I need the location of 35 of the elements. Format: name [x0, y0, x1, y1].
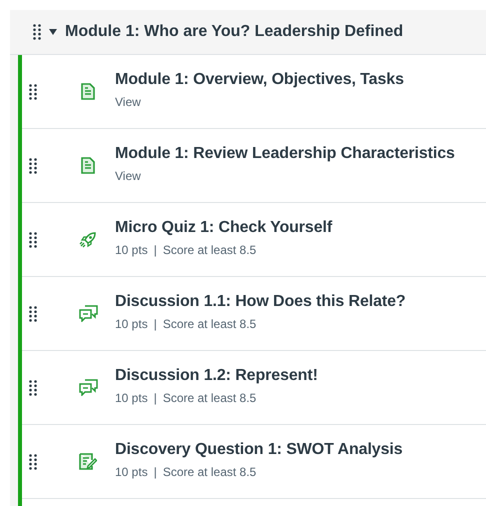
requirement-text: Score at least 8.5	[162, 390, 256, 404]
item-title-link[interactable]: Micro Quiz 1: Check Yourself	[115, 218, 332, 236]
module-title: Module 1: Who are You? Leadership Defined	[65, 23, 404, 41]
item-action-text: View	[115, 168, 141, 182]
item-title-link[interactable]: Discovery Question 1: SWOT Analysis	[115, 440, 403, 458]
item-action-text: View	[115, 94, 141, 108]
separator-text: |	[154, 464, 157, 478]
chat-bubbles-icon	[78, 379, 98, 396]
separator-text: |	[154, 242, 157, 256]
item-title-link[interactable]: Module 1: Review Leadership Characteristics	[115, 144, 455, 162]
caret-icon[interactable]	[49, 29, 57, 35]
points-text: 10 pts	[115, 390, 148, 404]
drag-handle-icon[interactable]	[29, 158, 37, 174]
requirement-text: Score at least 8.5	[162, 316, 256, 330]
points-text: 10 pts	[115, 464, 148, 478]
item-title-link[interactable]: Discussion 1.1: How Does this Relate?	[115, 292, 406, 310]
drag-handle-icon[interactable]	[29, 306, 37, 322]
chat-bubbles-icon	[78, 305, 98, 322]
document-icon	[81, 157, 95, 174]
drag-handle-icon[interactable]	[29, 380, 37, 396]
points-text: 10 pts	[115, 242, 148, 256]
item-title-link[interactable]: Module 1: Overview, Objectives, Tasks	[115, 70, 404, 88]
requirement-text: Score at least 8.5	[162, 464, 256, 478]
drag-handle-icon[interactable]	[29, 232, 37, 248]
document-icon	[81, 83, 95, 100]
requirement-text: Score at least 8.5	[162, 242, 256, 256]
points-text: 10 pts	[115, 316, 148, 330]
drag-handle-icon[interactable]	[33, 24, 41, 40]
pencil-document-icon	[79, 453, 97, 470]
drag-handle-icon[interactable]	[29, 84, 37, 100]
rocket-icon	[79, 230, 97, 248]
separator-text: |	[154, 316, 157, 330]
item-title-link[interactable]: Discussion 1.2: Represent!	[115, 366, 318, 384]
separator-text: |	[154, 390, 157, 404]
drag-handle-icon[interactable]	[29, 454, 37, 470]
